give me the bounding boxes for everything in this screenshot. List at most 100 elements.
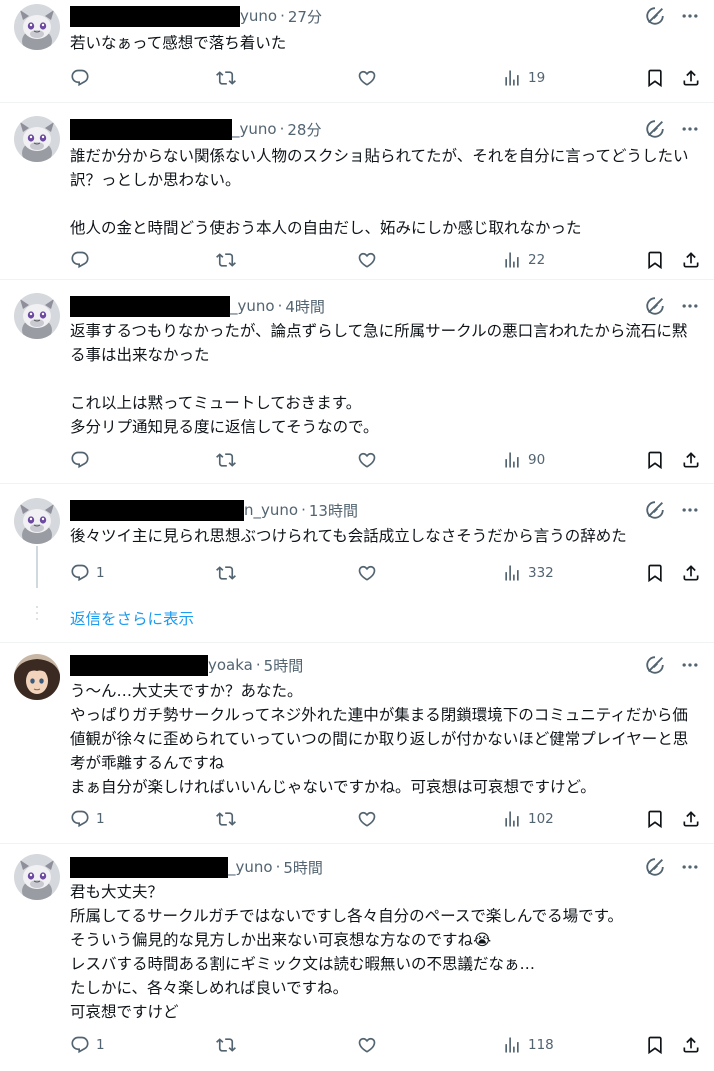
espurr-avatar[interactable] bbox=[14, 4, 60, 50]
grok-icon[interactable] bbox=[644, 856, 666, 878]
more-icon[interactable] bbox=[680, 500, 700, 520]
like-button[interactable] bbox=[357, 561, 377, 585]
grok-icon[interactable] bbox=[644, 118, 666, 140]
like-button[interactable] bbox=[357, 66, 377, 90]
repost-button[interactable] bbox=[216, 66, 236, 90]
espurr-avatar[interactable] bbox=[14, 498, 60, 544]
more-icon[interactable] bbox=[680, 655, 700, 675]
repost-button[interactable] bbox=[216, 248, 236, 272]
separator-dot: · bbox=[277, 297, 283, 315]
views-button[interactable]: 332 bbox=[502, 561, 554, 585]
espurr-avatar[interactable] bbox=[14, 116, 60, 162]
repost-button[interactable] bbox=[216, 807, 236, 831]
like-button[interactable] bbox=[357, 1033, 377, 1057]
share-button[interactable] bbox=[681, 561, 701, 585]
reply-post[interactable]: _yuno · 4時間 返事するつもりなかったが、論点ずらして急に所属サークルの… bbox=[0, 280, 714, 482]
timestamp[interactable]: 4時間 bbox=[285, 296, 325, 317]
grok-icon[interactable] bbox=[644, 5, 666, 27]
reply-button[interactable]: 1 bbox=[70, 1033, 105, 1057]
share-icon bbox=[681, 809, 701, 829]
more-icon[interactable] bbox=[680, 119, 700, 139]
timestamp[interactable]: 5時間 bbox=[264, 655, 304, 676]
reply-icon bbox=[70, 250, 90, 270]
views-count: 90 bbox=[528, 452, 546, 468]
reply-post[interactable]: yuno · 27分 若いなぁって感想で落ち着いた 19 bbox=[0, 0, 714, 102]
handle[interactable]: _yuno bbox=[228, 858, 273, 876]
share-button[interactable] bbox=[681, 448, 701, 472]
action-bar: 1 332 bbox=[70, 561, 704, 585]
like-button[interactable] bbox=[357, 448, 377, 472]
reply-post[interactable]: yoaka · 5時間 う〜ん…大丈夫ですか？あなた。 やっぱりガチ勢サークルっ… bbox=[0, 643, 714, 842]
bookmark-button[interactable] bbox=[645, 66, 665, 90]
share-button[interactable] bbox=[681, 66, 701, 90]
more-icon[interactable] bbox=[680, 296, 700, 316]
redacted-name bbox=[70, 499, 244, 521]
post-text: 後々ツイ主に見られ思想ぶつけられても会話成立しなさそうだから言うの辞めた bbox=[70, 527, 627, 545]
handle[interactable]: yoaka bbox=[208, 656, 253, 674]
post-header: yuno · 27分 bbox=[70, 5, 322, 27]
grok-icon[interactable] bbox=[644, 295, 666, 317]
redacted-name bbox=[70, 5, 240, 27]
views-button[interactable]: 90 bbox=[502, 448, 545, 472]
views-icon bbox=[502, 450, 522, 470]
share-icon bbox=[681, 250, 701, 270]
reply-button[interactable] bbox=[70, 248, 96, 272]
bookmark-icon bbox=[645, 563, 665, 583]
repost-icon bbox=[216, 68, 236, 88]
repost-button[interactable] bbox=[216, 1033, 236, 1057]
views-button[interactable]: 118 bbox=[502, 1033, 554, 1057]
separator-dot: · bbox=[255, 656, 261, 674]
share-icon bbox=[681, 1035, 701, 1055]
reply-post[interactable]: n_yuno · 13時間 後々ツイ主に見られ思想ぶつけられても会話成立しなさそ… bbox=[0, 484, 714, 594]
post-text: 君も大丈夫？ 所属してるサークルガチではないですし各々自分のペースで楽しんでる場… bbox=[70, 883, 624, 1021]
timestamp[interactable]: 5時間 bbox=[283, 857, 323, 878]
show-more-replies-link[interactable]: 返信をさらに表示 bbox=[70, 607, 194, 629]
bookmark-button[interactable] bbox=[645, 248, 665, 272]
views-button[interactable]: 22 bbox=[502, 248, 545, 272]
espurr-avatar[interactable] bbox=[14, 293, 60, 339]
like-icon bbox=[357, 809, 377, 829]
repost-button[interactable] bbox=[216, 448, 236, 472]
grok-icon[interactable] bbox=[644, 499, 666, 521]
like-button[interactable] bbox=[357, 248, 377, 272]
anime-avatar[interactable] bbox=[14, 654, 60, 700]
repost-button[interactable] bbox=[216, 561, 236, 585]
like-icon bbox=[357, 450, 377, 470]
bookmark-button[interactable] bbox=[645, 448, 665, 472]
reply-button[interactable] bbox=[70, 66, 96, 90]
views-button[interactable]: 19 bbox=[502, 66, 545, 90]
redacted-name bbox=[70, 118, 232, 140]
timestamp[interactable]: 28分 bbox=[287, 119, 321, 140]
share-icon bbox=[681, 450, 701, 470]
views-count: 118 bbox=[528, 1037, 554, 1053]
espurr-avatar[interactable] bbox=[14, 854, 60, 900]
share-button[interactable] bbox=[681, 248, 701, 272]
more-icon[interactable] bbox=[680, 857, 700, 877]
share-button[interactable] bbox=[681, 1033, 701, 1057]
reply-post[interactable]: _yuno · 5時間 君も大丈夫？ 所属してるサークルガチではないですし各々自… bbox=[0, 844, 714, 1071]
reply-button[interactable]: 1 bbox=[70, 807, 105, 831]
handle[interactable]: _yuno bbox=[232, 120, 277, 138]
repost-icon bbox=[216, 450, 236, 470]
reply-button[interactable] bbox=[70, 448, 96, 472]
handle[interactable]: yuno bbox=[240, 7, 277, 25]
repost-icon bbox=[216, 250, 236, 270]
bookmark-button[interactable] bbox=[645, 1033, 665, 1057]
like-button[interactable] bbox=[357, 807, 377, 831]
views-count: 102 bbox=[528, 811, 554, 827]
bookmark-button[interactable] bbox=[645, 561, 665, 585]
share-button[interactable] bbox=[681, 807, 701, 831]
bookmark-button[interactable] bbox=[645, 807, 665, 831]
more-icon[interactable] bbox=[680, 6, 700, 26]
separator-dot: · bbox=[301, 501, 306, 519]
handle[interactable]: _yuno bbox=[230, 297, 275, 315]
redacted-name bbox=[70, 856, 228, 878]
timestamp[interactable]: 27分 bbox=[288, 6, 322, 27]
views-button[interactable]: 102 bbox=[502, 807, 554, 831]
handle[interactable]: n_yuno bbox=[244, 501, 298, 519]
reply-button[interactable]: 1 bbox=[70, 561, 105, 585]
reply-icon bbox=[70, 68, 90, 88]
reply-post[interactable]: _yuno · 28分 誰だか分からない関係ない人物のスクショ貼られてたが、それ… bbox=[0, 103, 714, 278]
timestamp[interactable]: 13時間 bbox=[309, 500, 358, 521]
grok-icon[interactable] bbox=[644, 654, 666, 676]
